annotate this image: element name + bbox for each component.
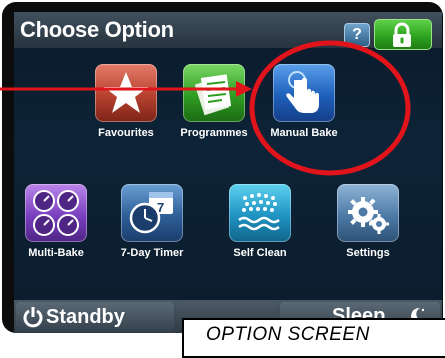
padlock-icon	[393, 22, 411, 47]
tile-settings-icon-box	[337, 184, 399, 242]
page-title: Choose Option	[20, 17, 174, 42]
power-icon	[23, 307, 43, 328]
tile-favourites-icon-box	[95, 64, 157, 122]
help-button[interactable]: ?	[344, 23, 370, 47]
touch-screen: Choose Option ? Favourites Programmes Ma…	[14, 12, 442, 333]
tile-label: Favourites	[98, 127, 154, 139]
standby-button[interactable]: Standby	[16, 302, 174, 332]
tile-label: Settings	[346, 247, 390, 259]
device-bezel: Choose Option ? Favourites Programmes Ma…	[2, 2, 443, 333]
callout-text: OPTION SCREEN	[206, 324, 370, 345]
recipe-pages-icon	[194, 74, 232, 116]
gears-icon	[348, 197, 389, 234]
tile-7-day-timer-icon-box: 7	[121, 184, 183, 242]
tile-label: 7-Day Timer	[120, 247, 184, 259]
tile-manual-bake-icon-box	[273, 64, 335, 122]
callout-box: OPTION SCREEN	[182, 318, 445, 358]
four-gauges-icon	[33, 190, 79, 236]
lock-button[interactable]	[374, 19, 432, 50]
clock-calendar-icon: 7	[129, 192, 173, 234]
tile-settings[interactable]: Settings	[326, 184, 410, 259]
tile-label: Multi-Bake	[28, 247, 84, 259]
tile-programmes-icon-box	[183, 64, 245, 122]
hand-touch-icon	[286, 71, 319, 113]
tile-multi-bake[interactable]: Multi-Bake	[14, 184, 98, 259]
header-bar: Choose Option ?	[14, 12, 442, 50]
steam-clean-icon	[238, 193, 280, 231]
tile-manual-bake[interactable]: Manual Bake	[262, 64, 346, 139]
tile-multi-bake-icon-box	[25, 184, 87, 242]
tile-label: Self Clean	[233, 247, 287, 259]
tile-label: Programmes	[180, 127, 248, 139]
tile-7-day-timer[interactable]: 7 7-Day Timer	[110, 184, 194, 259]
tile-self-clean[interactable]: Self Clean	[218, 184, 302, 259]
tile-programmes[interactable]: Programmes	[172, 64, 256, 139]
star-icon	[104, 72, 148, 113]
tile-self-clean-icon-box	[229, 184, 291, 242]
tile-favourites[interactable]: Favourites	[84, 64, 168, 139]
standby-label: Standby	[46, 306, 125, 328]
tile-label: Manual Bake	[270, 127, 338, 139]
